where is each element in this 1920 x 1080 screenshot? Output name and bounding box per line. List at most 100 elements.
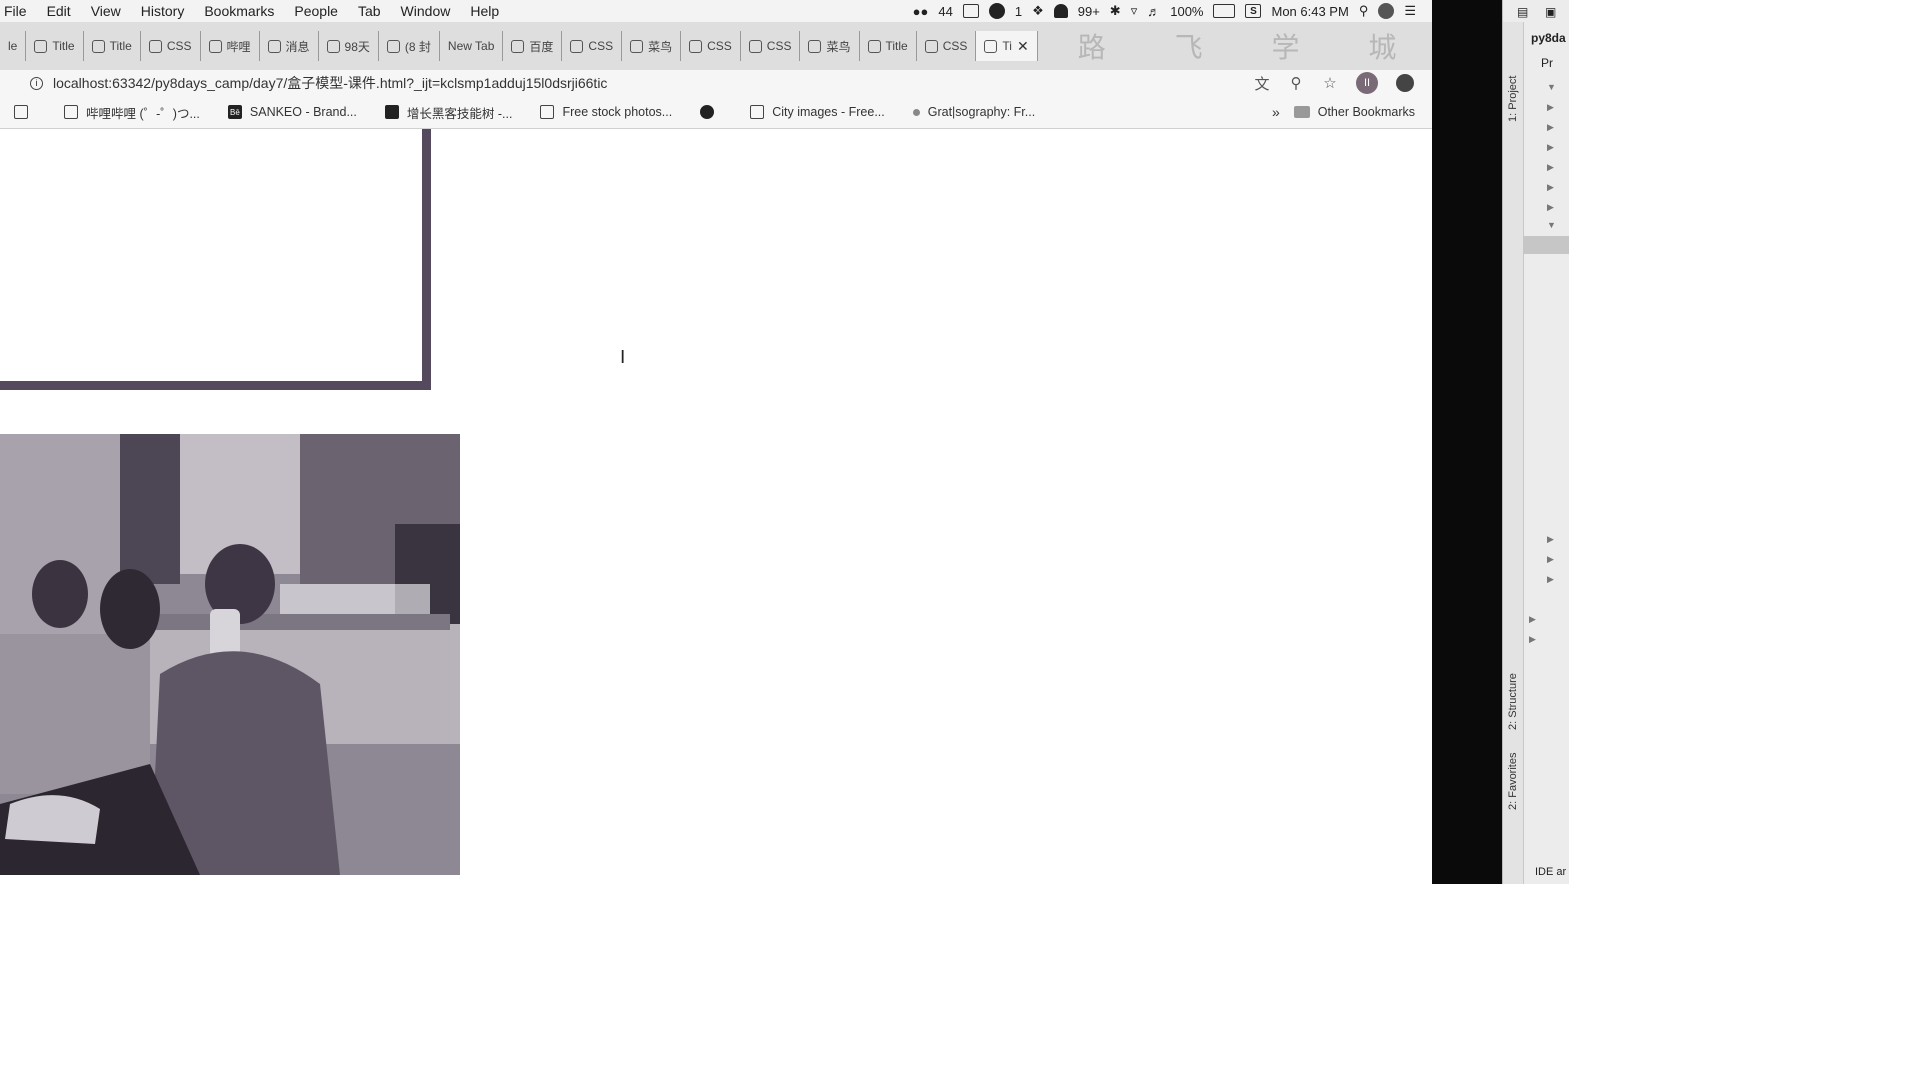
tree-expand-icon[interactable]: ▼ bbox=[1547, 82, 1556, 92]
bookmark-star-icon[interactable]: ☆ bbox=[1322, 75, 1338, 92]
camera-icon bbox=[750, 105, 765, 119]
bilibili-icon bbox=[14, 105, 28, 119]
tab[interactable]: Title bbox=[26, 31, 84, 61]
tree-expand-icon[interactable]: ▼ bbox=[1547, 220, 1556, 230]
bookmark-item[interactable]: 增长黑客技能树 -... bbox=[371, 103, 527, 122]
tree-selected-row[interactable] bbox=[1523, 236, 1569, 254]
tree-expand-icon[interactable]: ▶ bbox=[1547, 574, 1554, 585]
notification-center-icon[interactable]: ☰ bbox=[1404, 3, 1416, 19]
clock[interactable]: Mon 6:43 PM bbox=[1271, 4, 1348, 19]
wechat-icon[interactable]: ●● bbox=[913, 4, 929, 19]
tab[interactable]: 菜鸟 bbox=[800, 31, 860, 61]
menu-file[interactable]: File bbox=[0, 3, 37, 19]
tab-label: CSS bbox=[942, 39, 968, 53]
wifi-icon[interactable]: ▿ bbox=[1131, 3, 1138, 19]
tree-expand-icon[interactable]: ▶ bbox=[1547, 162, 1554, 173]
tab[interactable]: CSS bbox=[681, 31, 741, 61]
tree-expand-icon[interactable]: ▶ bbox=[1547, 554, 1554, 565]
spotlight-search-icon[interactable]: ⚲ bbox=[1359, 3, 1369, 19]
tab-label: Ti bbox=[1002, 39, 1012, 53]
bookmarks-overflow-button[interactable]: » bbox=[1258, 104, 1294, 120]
tab[interactable]: Title bbox=[860, 31, 917, 61]
tree-expand-icon[interactable]: ▶ bbox=[1547, 102, 1554, 113]
text-cursor-icon: I bbox=[620, 347, 626, 368]
zhihu-icon bbox=[386, 39, 400, 53]
extension-icon[interactable] bbox=[1396, 74, 1414, 92]
tree-expand-icon[interactable]: ▶ bbox=[1547, 142, 1554, 153]
tree-expand-icon[interactable]: ▶ bbox=[1529, 614, 1536, 625]
translate-icon[interactable]: 文 bbox=[1254, 75, 1270, 93]
tab[interactable]: 哔哩 bbox=[201, 31, 260, 61]
site-info-icon[interactable]: i bbox=[30, 76, 43, 90]
bookmark-label: 增长黑客技能树 -... bbox=[406, 106, 513, 121]
tab-active[interactable]: Ti ✕ bbox=[976, 31, 1038, 61]
bluetooth-icon[interactable]: ✱ bbox=[1110, 3, 1121, 19]
bookmark-item[interactable]: Bē SANKEO - Brand... bbox=[214, 105, 371, 119]
baidu-icon bbox=[511, 39, 525, 53]
tab[interactable]: CSS bbox=[917, 31, 977, 61]
notification-icon[interactable] bbox=[988, 3, 1005, 19]
tab[interactable]: New Tab bbox=[440, 31, 504, 61]
window-gap bbox=[1432, 0, 1502, 884]
browser-toolbar: i localhost:63342/py8days_camp/day7/盒子模型… bbox=[0, 70, 1432, 96]
tree-expand-icon[interactable]: ▶ bbox=[1529, 634, 1536, 645]
dot-icon bbox=[912, 108, 920, 116]
tab[interactable]: CSS bbox=[741, 31, 801, 61]
tab-label: CSS bbox=[166, 39, 192, 53]
structure-tool-tab[interactable]: 2: Structure bbox=[1507, 673, 1519, 730]
other-bookmarks[interactable]: Other Bookmarks bbox=[1293, 105, 1432, 119]
bookmark-item[interactable] bbox=[0, 105, 50, 119]
bookmark-item[interactable]: City images - Free... bbox=[736, 105, 899, 119]
favicon-icon bbox=[867, 39, 881, 53]
tree-expand-icon[interactable]: ▶ bbox=[1547, 182, 1554, 193]
battery-icon[interactable] bbox=[1213, 4, 1236, 18]
tree-expand-icon[interactable]: ▶ bbox=[1547, 122, 1554, 133]
tab-label: 菜鸟 bbox=[826, 39, 851, 54]
qq-icon[interactable] bbox=[1053, 4, 1068, 18]
menu-people[interactable]: People bbox=[284, 3, 348, 19]
tab[interactable]: CSS bbox=[141, 31, 201, 61]
screen-record-icon[interactable] bbox=[962, 4, 979, 18]
close-tab-icon[interactable]: ✕ bbox=[1017, 38, 1029, 55]
bookmark-label: SANKEO - Brand... bbox=[249, 105, 357, 119]
menu-view[interactable]: View bbox=[81, 3, 131, 19]
save-icon[interactable]: ▣ bbox=[1545, 5, 1556, 19]
address-bar[interactable]: localhost:63342/py8days_camp/day7/盒子模型-课… bbox=[53, 73, 607, 93]
menu-bookmarks[interactable]: Bookmarks bbox=[194, 3, 284, 19]
favicon-icon bbox=[924, 39, 938, 53]
tab[interactable]: le bbox=[0, 31, 27, 61]
menu-help[interactable]: Help bbox=[460, 3, 509, 19]
bookmark-item[interactable]: Free stock photos... bbox=[526, 105, 686, 119]
tab[interactable]: 百度 bbox=[503, 31, 563, 61]
bookmark-item[interactable]: Grat|sography: Fr... bbox=[899, 105, 1049, 119]
tab[interactable]: CSS bbox=[562, 31, 623, 61]
tab[interactable]: 菜鸟 bbox=[622, 31, 682, 61]
bookmark-item[interactable]: 哔哩哔哩 (゜-゜)つ... bbox=[50, 103, 214, 122]
favorites-tool-tab[interactable]: 2: Favorites bbox=[1507, 753, 1519, 810]
menu-tab[interactable]: Tab bbox=[348, 3, 391, 19]
menu-history[interactable]: History bbox=[131, 3, 195, 19]
favicon-icon bbox=[267, 39, 281, 53]
user-avatar-icon[interactable] bbox=[1378, 3, 1395, 19]
evernote-icon[interactable]: ❖ bbox=[1032, 3, 1044, 19]
menu-window[interactable]: Window bbox=[391, 3, 461, 19]
tab[interactable]: (8 封 bbox=[379, 31, 440, 61]
video-watermark: 路 飞 学 城 bbox=[1077, 31, 1427, 64]
tree-expand-icon[interactable]: ▶ bbox=[1547, 202, 1554, 213]
sogou-input-icon[interactable]: S bbox=[1245, 4, 1262, 18]
profile-avatar[interactable]: II bbox=[1356, 72, 1378, 94]
menu-edit[interactable]: Edit bbox=[37, 3, 81, 19]
volume-icon[interactable]: ♬ bbox=[1147, 4, 1160, 19]
tab[interactable]: Title bbox=[84, 31, 141, 61]
tab[interactable]: 98天 bbox=[319, 31, 379, 61]
folder-open-icon[interactable]: ▤ bbox=[1517, 5, 1528, 19]
project-root[interactable]: Pr bbox=[1541, 56, 1553, 70]
tab-label: CSS bbox=[588, 39, 614, 53]
zoom-icon[interactable]: ⚲ bbox=[1288, 75, 1304, 92]
bookmark-item[interactable] bbox=[686, 105, 736, 119]
tab[interactable]: 消息 bbox=[260, 31, 319, 61]
tree-expand-icon[interactable]: ▶ bbox=[1547, 534, 1554, 545]
qq-count: 99+ bbox=[1077, 3, 1100, 19]
tab-label: 98天 bbox=[344, 39, 370, 54]
project-tool-tab[interactable]: 1: Project bbox=[1507, 76, 1519, 122]
